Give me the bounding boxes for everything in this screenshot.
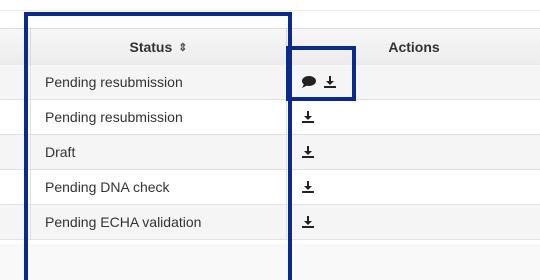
previous-row-edge (0, 0, 540, 11)
actions-highlight (286, 46, 356, 101)
actions-cell (286, 170, 540, 204)
actions-cell (286, 205, 540, 239)
actions-cell (286, 100, 540, 134)
download-icon[interactable] (301, 180, 315, 194)
screenshot-canvas: Status ⇕ Actions Pending resubmission Pe… (0, 0, 540, 280)
download-icon[interactable] (301, 110, 315, 124)
actions-cell (286, 135, 540, 169)
column-header-actions-label: Actions (388, 39, 440, 55)
status-column-highlight (24, 12, 292, 280)
download-icon[interactable] (301, 145, 315, 159)
download-icon[interactable] (301, 215, 315, 229)
